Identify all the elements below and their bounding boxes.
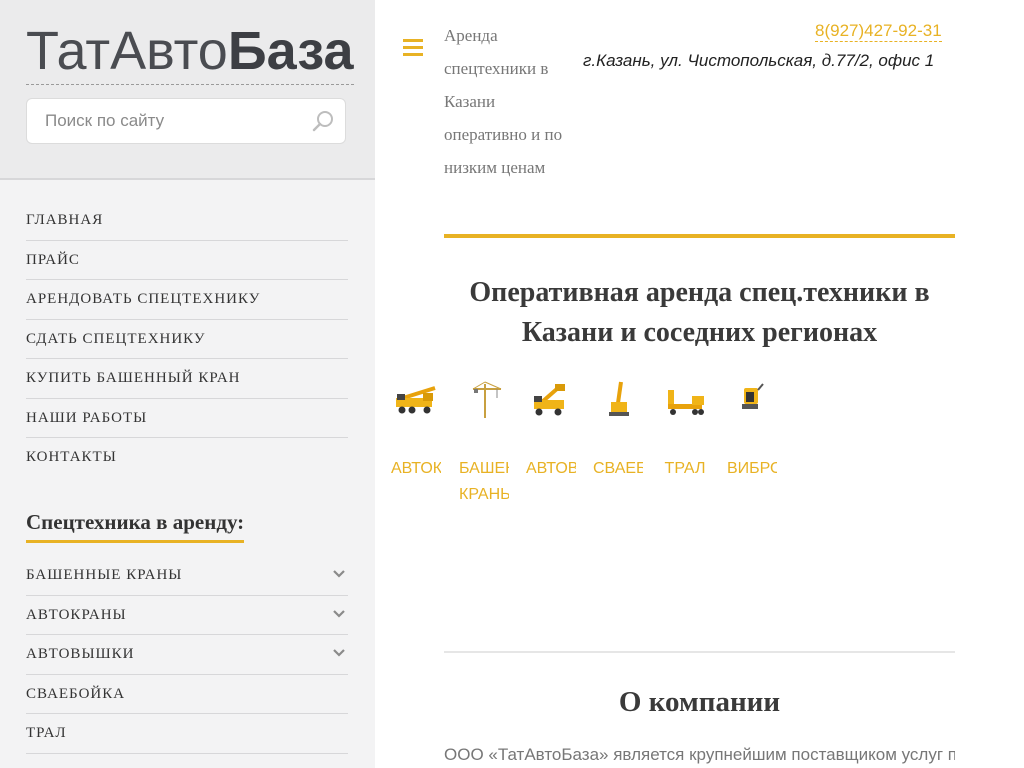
equipment-label[interactable]: ВИБРОПЛИТЫ [727, 456, 777, 482]
chevron-down-icon[interactable] [332, 646, 346, 660]
address-text: г.Казань, ул. Чистопольская, д.77/2, офи… [583, 51, 935, 70]
catalog-item-truck-cranes[interactable]: АВТОКРАНЫ [26, 596, 348, 635]
catalog-title: Спецтехника в аренду: [26, 510, 245, 543]
nav-item-our-works[interactable]: НАШИ РАБОТЫ [26, 399, 348, 438]
search-icon[interactable] [311, 109, 335, 133]
phone-link[interactable]: 8(927)427-92-31 [815, 21, 942, 42]
nav-item-rent-equipment[interactable]: АРЕНДОВАТЬ СПЕЦТЕХНИКУ [26, 280, 348, 320]
catalog-item-trailer[interactable]: ТРАЛ [26, 714, 348, 754]
pile-driver-icon [609, 381, 629, 416]
nav-item-contacts[interactable]: КОНТАКТЫ [26, 438, 348, 478]
equipment-label[interactable]: ТРАЛ [660, 456, 710, 482]
catalog-list: БАШЕННЫЕ КРАНЫ АВТОКРАНЫ АВТОВЫШКИ СВАЕБ… [26, 556, 348, 754]
catalog-item-label: АВТОВЫШКИ [26, 646, 135, 662]
truck-crane-icon [396, 386, 436, 414]
menu-hamburger-icon[interactable] [403, 39, 423, 57]
chevron-down-icon[interactable] [332, 567, 346, 581]
search-box [26, 98, 346, 144]
nav-item-buy-tower-crane[interactable]: КУПИТЬ БАШЕННЫЙ КРАН [26, 359, 348, 399]
search-input[interactable] [27, 99, 297, 143]
hero-title: Оперативная аренда спец.техники в Казани… [469, 277, 930, 348]
nav-item-lease-equipment[interactable]: СДАТЬ СПЕЦТЕХНИКУ [26, 320, 348, 359]
equipment-truck-crane[interactable] [391, 380, 441, 420]
equipment-label[interactable]: СВАЕБОЙКА [593, 456, 643, 482]
aerial-platform-icon [534, 384, 565, 416]
catalog-item-label: БАШЕННЫЕ КРАНЫ [26, 567, 183, 583]
sidebar-header: ТатАвтоБаза [0, 0, 375, 180]
section-divider [444, 651, 955, 653]
equipment-aerial-platform[interactable] [526, 380, 576, 420]
nav-item-home[interactable]: ГЛАВНАЯ [26, 201, 348, 241]
sidebar: ТатАвтоБаза ГЛАВНАЯ ПРАЙС АРЕНДОВАТЬ СПЕ… [0, 0, 375, 768]
logo-part-regular: ТатАвто [26, 21, 228, 81]
catalog-item-label: СВАЕБОЙКА [26, 685, 126, 702]
site-tagline: Аренда спецтехники в Казани оперативно и… [444, 26, 563, 177]
logo-part-bold: База [227, 21, 354, 81]
equipment-vibratory-plate[interactable] [727, 380, 777, 420]
about-text: ООО «ТатАвтоБаза» является крупнейшим по… [444, 745, 955, 764]
nav-item-price[interactable]: ПРАЙС [26, 241, 348, 280]
catalog-item-aerial-platforms[interactable]: АВТОВЫШКИ [26, 635, 348, 675]
site-logo[interactable]: ТатАвтоБаза [26, 20, 354, 85]
main-nav: ГЛАВНАЯ ПРАЙС АРЕНДОВАТЬ СПЕЦТЕХНИКУ СДА… [26, 201, 348, 478]
equipment-label[interactable]: БАШЕННЫЕ КРАНЫ [459, 456, 509, 508]
equipment-pile-driver[interactable] [593, 380, 643, 420]
equipment-label[interactable]: АВТОВЫШКИ [526, 456, 576, 482]
about-title: О компании [618, 686, 781, 718]
equipment-trailer[interactable] [660, 380, 710, 420]
tower-crane-icon [472, 381, 502, 418]
catalog-item-label: ТРАЛ [26, 725, 67, 741]
chevron-down-icon[interactable] [332, 607, 346, 621]
catalog-item-pile-driver[interactable]: СВАЕБОЙКА [26, 675, 348, 714]
vibratory-plate-icon [742, 383, 764, 409]
equipment-tower-crane[interactable] [459, 380, 509, 420]
header-divider [444, 234, 955, 238]
catalog-item-tower-cranes[interactable]: БАШЕННЫЕ КРАНЫ [26, 556, 348, 596]
trailer-icon [668, 390, 704, 415]
equipment-label[interactable]: АВТОКРАНЫ [391, 456, 441, 482]
catalog-item-label: АВТОКРАНЫ [26, 606, 127, 623]
